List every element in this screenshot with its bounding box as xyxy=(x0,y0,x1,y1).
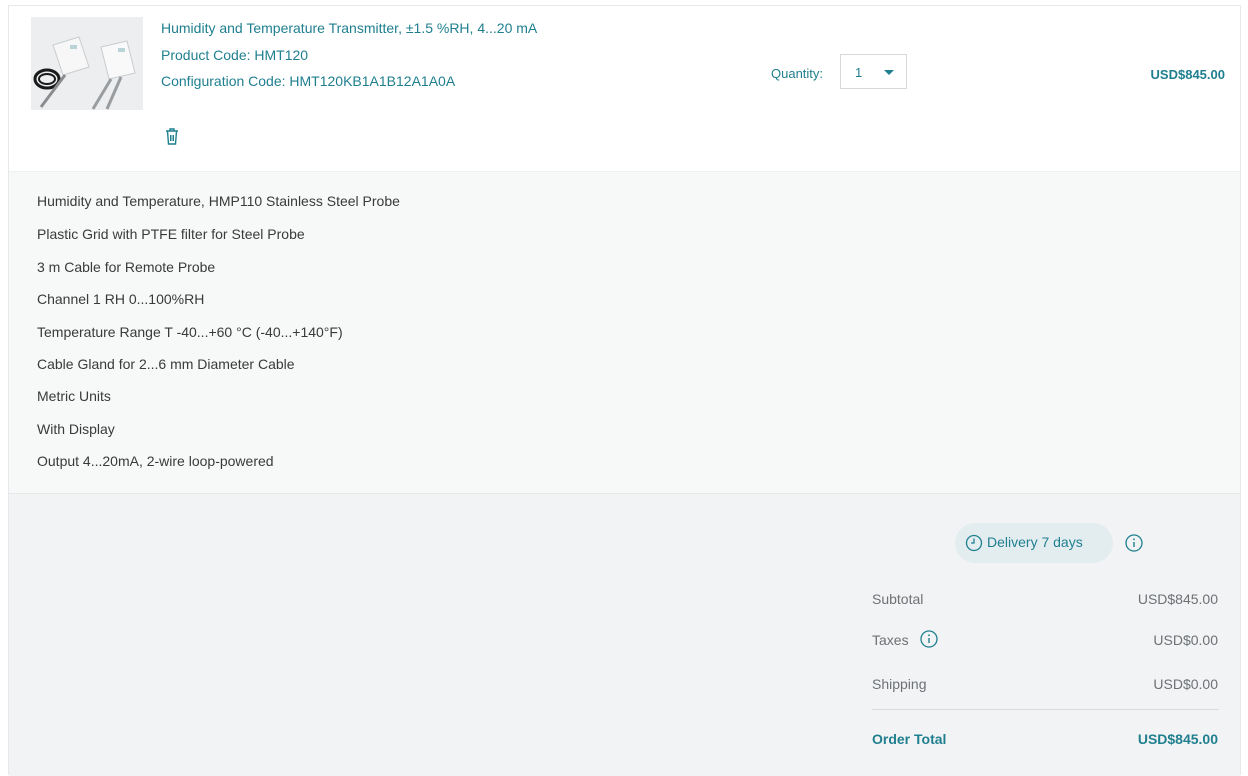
cart-item-card: Humidity and Temperature Transmitter, ±1… xyxy=(8,5,1241,776)
option-item: Temperature Range T -40...+60 °C (-40...… xyxy=(37,324,343,340)
product-row: Humidity and Temperature Transmitter, ±1… xyxy=(9,6,1240,171)
summary-divider xyxy=(872,709,1219,710)
subtotal-value: USD$845.00 xyxy=(1137,591,1218,607)
clock-icon xyxy=(965,534,983,552)
option-item: Plastic Grid with PTFE filter for Steel … xyxy=(37,226,305,242)
product-info: Humidity and Temperature Transmitter, ±1… xyxy=(161,19,581,89)
quantity-select[interactable]: 1 xyxy=(840,54,907,89)
option-item: 3 m Cable for Remote Probe xyxy=(37,259,216,275)
configuration-options-list: Humidity and Temperature, HMP110 Stainle… xyxy=(9,171,1240,494)
product-code[interactable]: Product Code: HMT120 xyxy=(161,47,581,63)
shipping-label: Shipping xyxy=(872,676,927,692)
order-summary: Delivery 7 days Subtotal USD$845.00 Taxe… xyxy=(9,494,1240,776)
quantity-label: Quantity: xyxy=(771,66,824,81)
trash-icon[interactable] xyxy=(163,126,181,146)
option-item: Channel 1 RH 0...100%RH xyxy=(37,291,205,307)
delivery-info-icon[interactable] xyxy=(1125,534,1143,552)
order-total-value: USD$845.00 xyxy=(1137,731,1218,747)
delivery-badge: Delivery 7 days xyxy=(955,523,1113,563)
product-title-link[interactable]: Humidity and Temperature Transmitter, ±1… xyxy=(161,19,581,37)
option-item: With Display xyxy=(37,421,115,437)
quantity-value: 1 xyxy=(855,65,863,80)
configuration-code[interactable]: Configuration Code: HMT120KB1A1B12A1A0A xyxy=(161,73,581,89)
taxes-info-icon[interactable] xyxy=(920,630,938,648)
option-item: Metric Units xyxy=(37,388,111,404)
delivery-text: Delivery 7 days xyxy=(987,534,1083,550)
option-item: Cable Gland for 2...6 mm Diameter Cable xyxy=(37,356,295,372)
taxes-label: Taxes xyxy=(872,632,909,648)
option-item: Output 4...20mA, 2-wire loop-powered xyxy=(37,453,274,469)
shipping-value: USD$0.00 xyxy=(1153,676,1218,692)
taxes-value: USD$0.00 xyxy=(1153,632,1218,648)
subtotal-label: Subtotal xyxy=(872,591,924,607)
order-total-label: Order Total xyxy=(872,731,947,747)
product-image xyxy=(31,17,143,110)
item-price: USD$845.00 xyxy=(1150,67,1225,82)
option-item: Humidity and Temperature, HMP110 Stainle… xyxy=(37,193,400,209)
caret-down-icon xyxy=(884,70,894,75)
